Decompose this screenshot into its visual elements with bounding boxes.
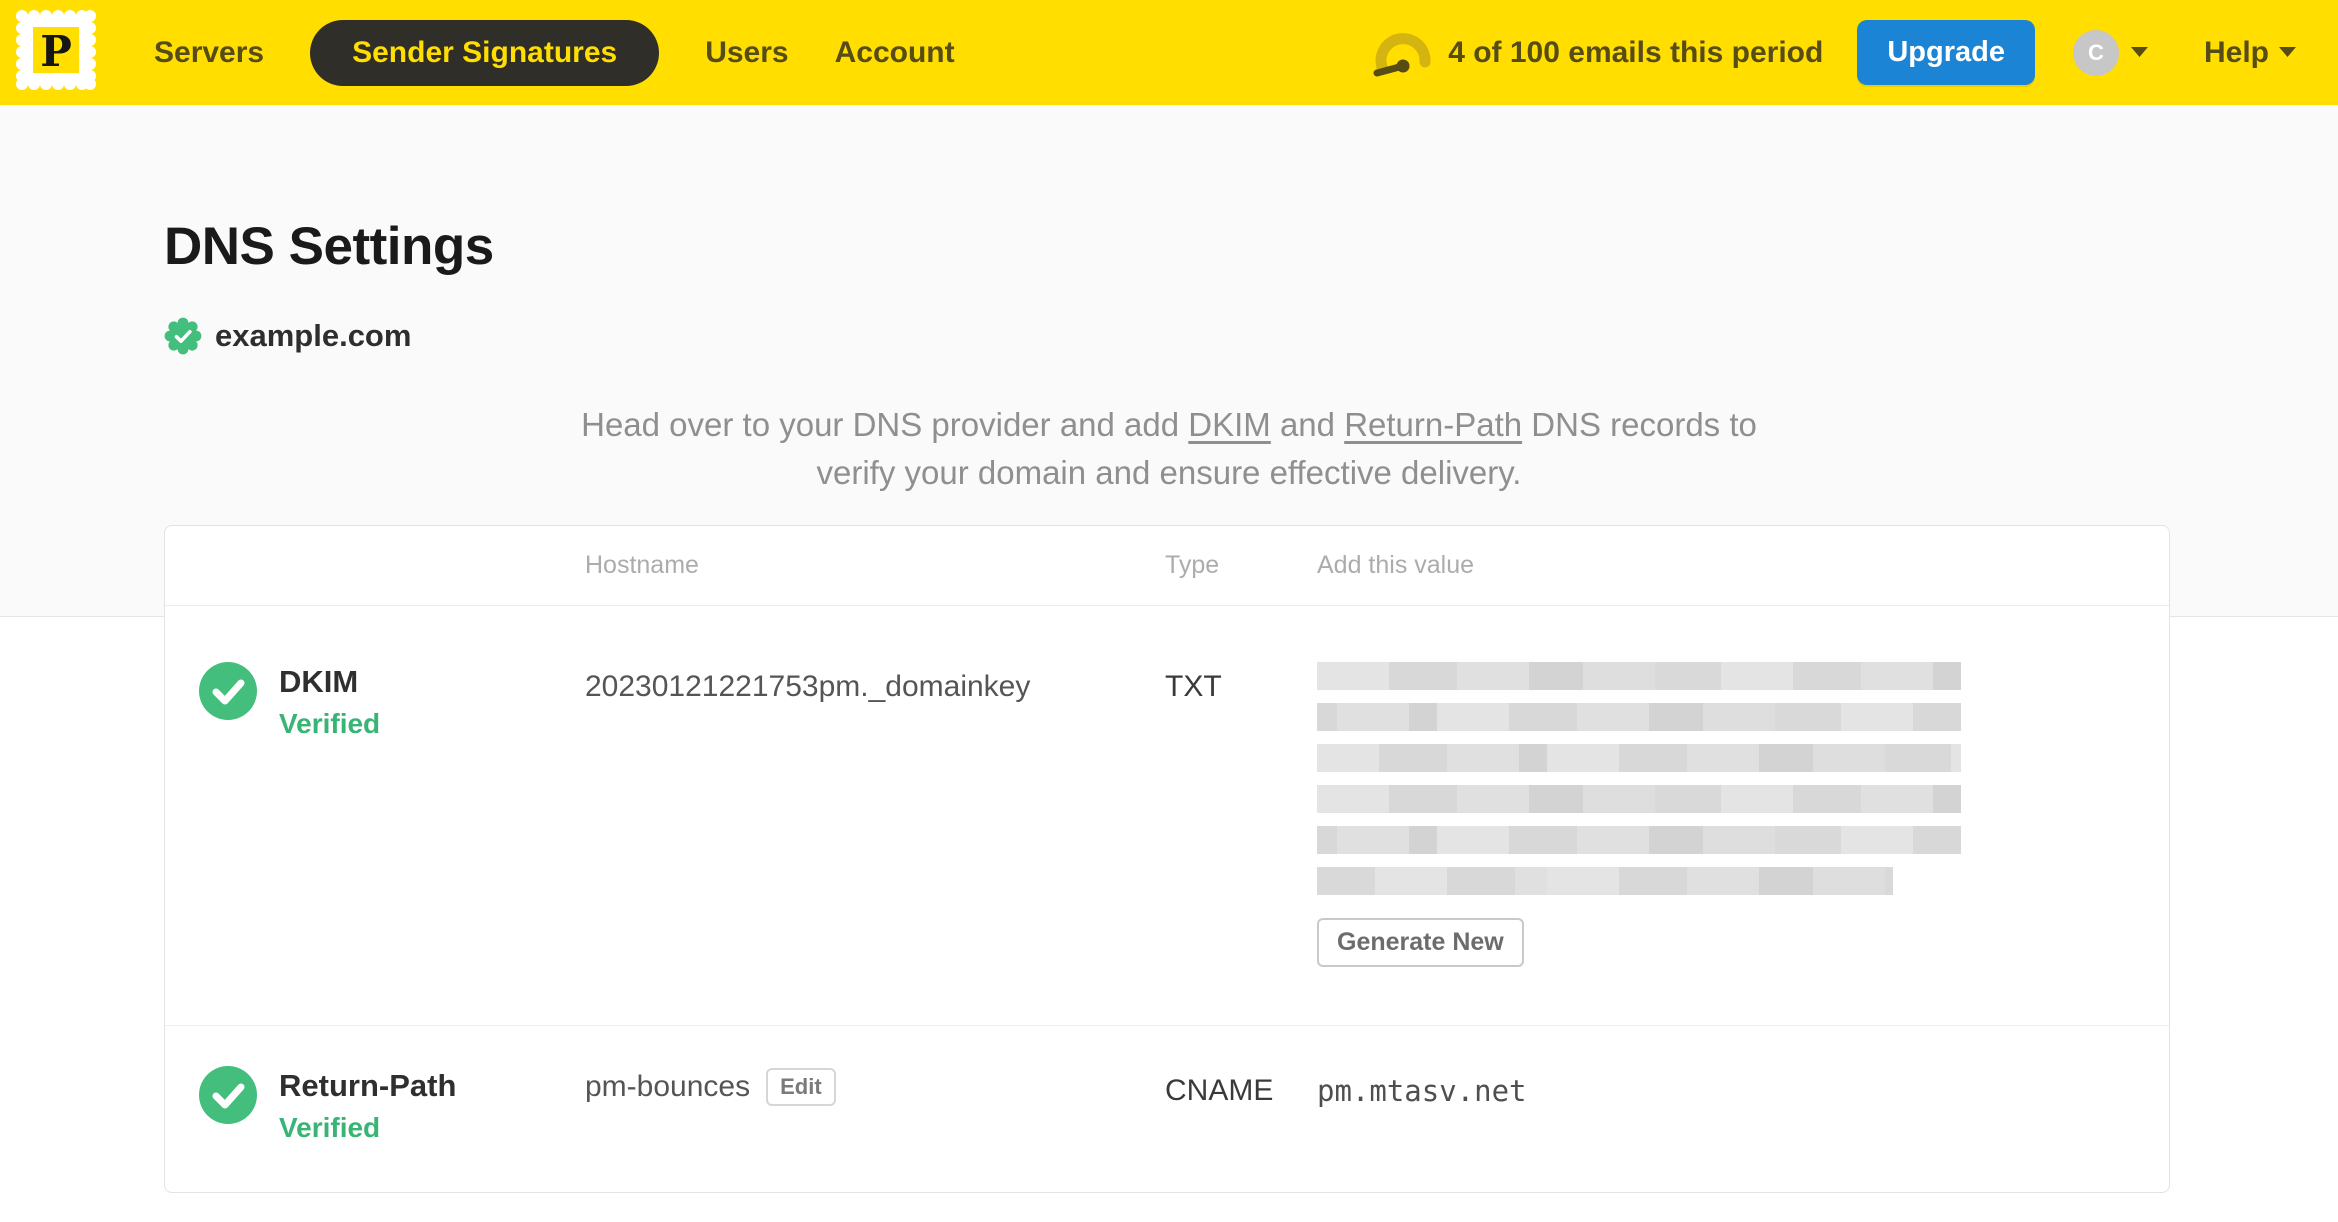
description-text: and	[1270, 406, 1345, 443]
verified-check-icon	[199, 1066, 257, 1124]
record-status-badge: Verified	[279, 708, 381, 739]
edit-button[interactable]: Edit	[766, 1068, 836, 1106]
return-path-record-type: CNAME	[1165, 1074, 1274, 1107]
nav-item-account[interactable]: Account	[835, 36, 955, 70]
primary-nav: Servers Sender Signatures Users Account	[154, 19, 955, 86]
domain-name: example.com	[215, 318, 412, 353]
redacted-value-line	[1317, 662, 1961, 690]
dns-records-card: Hostname Type Add this value DKIM Verifi…	[164, 525, 2170, 1193]
return-path-status-cell: Return-Path Verified	[165, 1066, 585, 1144]
table-row-return-path: Return-Path Verified pm-bounces Edit CNA…	[165, 1025, 2169, 1192]
header-hostname: Hostname	[585, 551, 699, 579]
redacted-value-line	[1317, 703, 1961, 731]
top-navbar: P Servers Sender Signatures Users Accoun…	[0, 0, 2338, 105]
table-row-dkim: DKIM Verified 20230121221753pm._domainke…	[165, 606, 2169, 1025]
dkim-status-cell: DKIM Verified	[165, 662, 585, 740]
upgrade-button[interactable]: Upgrade	[1857, 20, 2035, 85]
nav-item-servers[interactable]: Servers	[154, 36, 264, 70]
nav-item-sender-signatures[interactable]: Sender Signatures	[310, 19, 660, 86]
redacted-value-block	[1317, 662, 2129, 895]
redacted-value-line	[1317, 826, 1961, 854]
return-path-hostname: pm-bounces	[585, 1070, 751, 1103]
page-description: Head over to your DNS provider and add D…	[539, 401, 1799, 497]
header-type: Type	[1165, 551, 1220, 579]
gauge-icon	[1373, 32, 1431, 76]
verified-check-icon	[199, 662, 257, 720]
table-header-row: Hostname Type Add this value	[165, 526, 2169, 606]
chevron-down-icon	[2130, 47, 2148, 57]
record-name: DKIM	[279, 664, 359, 699]
record-name: Return-Path	[279, 1068, 457, 1103]
svg-text:P: P	[40, 27, 72, 76]
return-path-link[interactable]: Return-Path	[1344, 406, 1522, 443]
redacted-value-line	[1317, 867, 1893, 895]
help-label: Help	[2203, 35, 2269, 69]
generate-new-button[interactable]: Generate New	[1317, 918, 1524, 967]
redacted-value-line	[1317, 785, 1961, 813]
help-menu[interactable]: Help	[2204, 36, 2296, 70]
return-path-value: pm.mtasv.net	[1317, 1074, 1527, 1108]
nav-item-users[interactable]: Users	[705, 36, 788, 70]
postmark-logo[interactable]: P	[14, 8, 98, 97]
chevron-down-icon	[2279, 47, 2296, 57]
usage-meter: 4 of 100 emails this period	[1372, 28, 1823, 78]
dkim-record-type: TXT	[1165, 670, 1222, 703]
header-add-this-value: Add this value	[1317, 551, 1475, 579]
postage-stamp-icon: P	[16, 10, 96, 90]
account-menu[interactable]: C	[2072, 29, 2148, 76]
dkim-hostname: 20230121221753pm._domainkey	[585, 670, 1031, 703]
verified-seal-icon	[164, 317, 202, 355]
main-area: DNS Settings example.com Head over to yo…	[0, 105, 2338, 1222]
avatar[interactable]: C	[2072, 29, 2119, 76]
domain-row: example.com	[164, 317, 2338, 355]
description-text: Head over to your DNS provider and add	[581, 406, 1189, 443]
dkim-link[interactable]: DKIM	[1188, 406, 1271, 443]
record-status-badge: Verified	[279, 1112, 381, 1143]
usage-text: 4 of 100 emails this period	[1448, 35, 1824, 69]
redacted-value-line	[1317, 744, 1961, 772]
page-title: DNS Settings	[164, 217, 494, 276]
